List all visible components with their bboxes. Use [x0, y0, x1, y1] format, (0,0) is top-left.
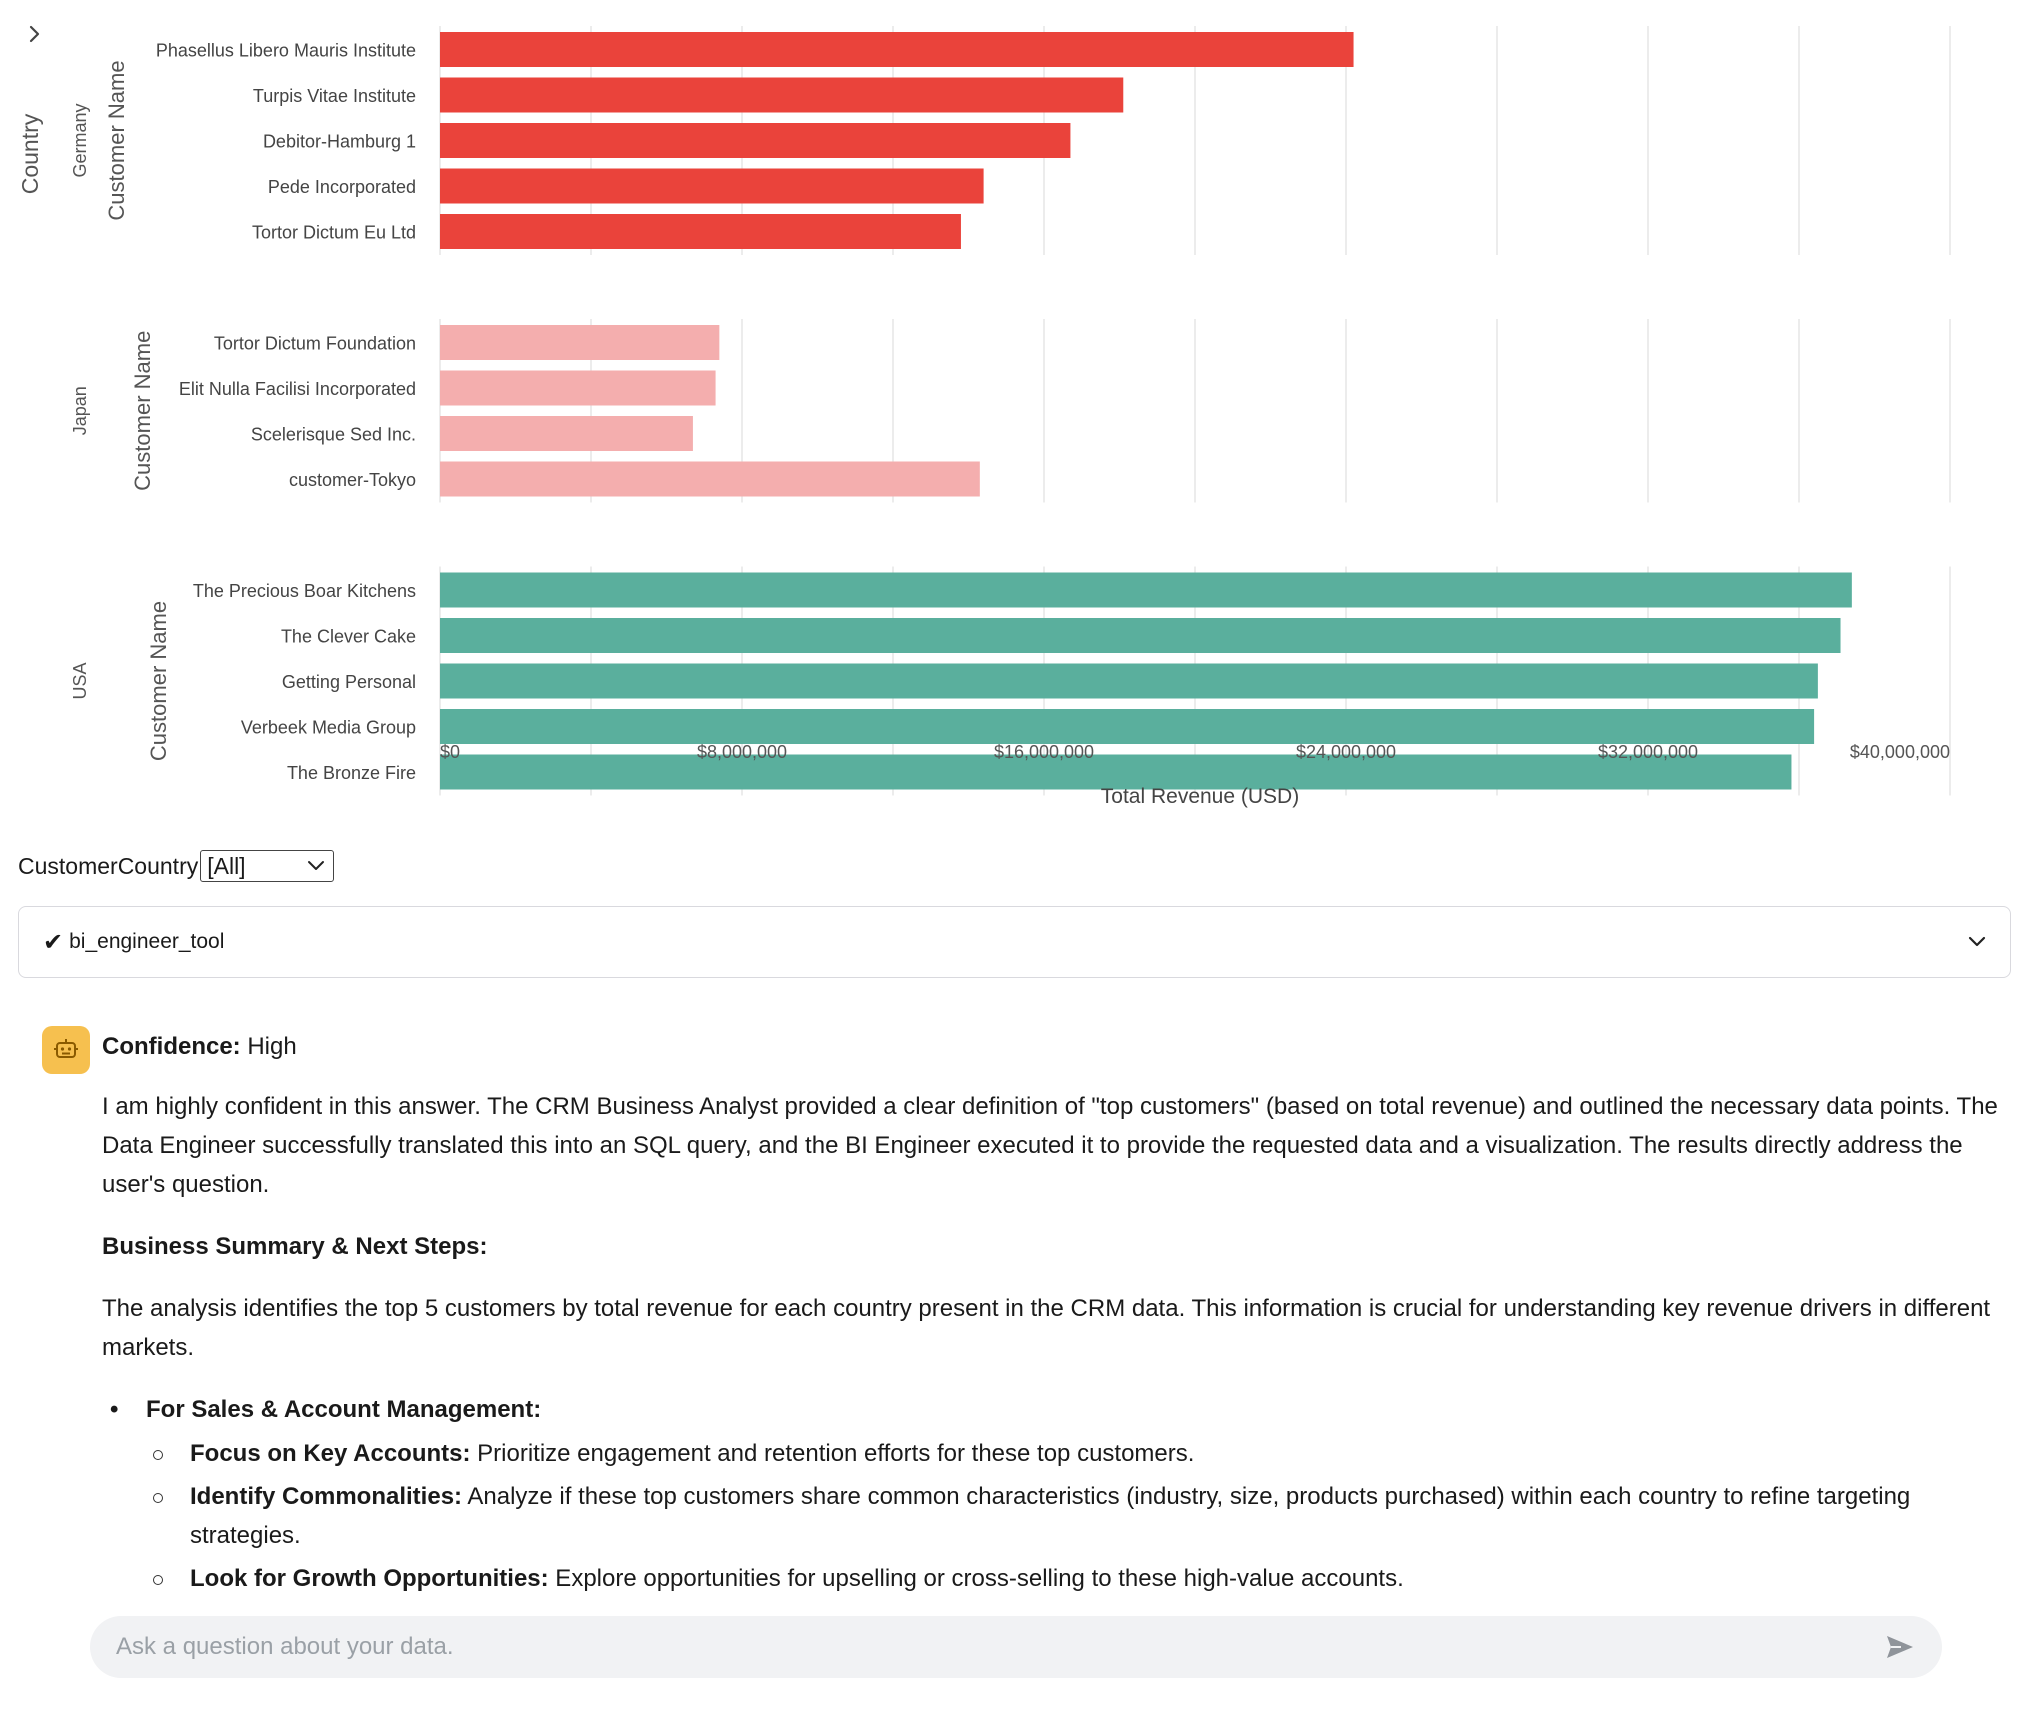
check-icon: ✔: [43, 928, 64, 956]
filter-selected-value: [All]: [207, 852, 246, 879]
customer-country-select[interactable]: [All]: [200, 850, 335, 882]
bar-germany: [440, 168, 984, 204]
customer-tick-label: The Clever Cake: [281, 627, 416, 647]
revenue-bar-chart: Germany Customer Name Phasellus Libero Mau…: [17, 26, 1951, 808]
chevron-right-icon: [29, 25, 40, 43]
customer-country-filter: CustomerCountry [All]: [18, 850, 335, 882]
bar-japan: [440, 325, 720, 360]
bar-germany: [440, 32, 1354, 67]
x-tick-label: $40,000,000: [1850, 742, 1950, 762]
x-axis-title: Total Revenue (USD): [1101, 785, 1299, 808]
bar-germany: [440, 214, 961, 249]
bullet-title: Look for Growth Opportunities:: [190, 1565, 549, 1592]
bullet-text: Explore opportunities for upselling or c…: [548, 1565, 1404, 1592]
country-label: Germany: [70, 103, 90, 177]
chat-input-bar: [90, 1616, 1942, 1678]
customer-tick-label: Scelerisque Sed Inc.: [251, 425, 416, 445]
x-tick-label: $24,000,000: [1296, 742, 1396, 762]
customer-tick-label: Debitor-Hamburg 1: [263, 132, 416, 152]
country-axis-label: Country: [17, 113, 43, 194]
bar-japan: [440, 416, 693, 451]
list-item: Look for Growth Opportunities: Explore o…: [102, 1559, 2008, 1598]
customer-name-axis-label: Customer Name: [130, 331, 155, 491]
customer-tick-label: Elit Nulla Facilisi Incorporated: [179, 379, 416, 399]
customer-tick-label: The Bronze Fire: [287, 763, 416, 783]
confidence-explanation: I am highly confident in this answer. Th…: [102, 1093, 1998, 1198]
x-tick-label: $16,000,000: [994, 742, 1094, 762]
x-tick-label: $8,000,000: [697, 742, 787, 762]
tool-name: bi_engineer_tool: [69, 930, 225, 953]
tool-call-accordion[interactable]: ✔ bi_engineer_tool: [18, 906, 2011, 978]
customer-name-axis-label: Customer Name: [104, 60, 129, 220]
bar-usa: [440, 663, 1818, 699]
bar-japan: [440, 370, 716, 406]
assistant-message: Confidence: High I am highly confident i…: [102, 1030, 2008, 1598]
filter-label: CustomerCountry: [18, 852, 199, 879]
bar-japan: [440, 461, 980, 497]
bullet-title: Identify Commonalities:: [190, 1483, 463, 1510]
bullet-text: Prioritize engagement and retention effo…: [470, 1440, 1195, 1467]
list-item: Identify Commonalities: Analyze if these…: [102, 1477, 2008, 1555]
list-item: Focus on Key Accounts: Prioritize engage…: [102, 1434, 2008, 1473]
country-label: USA: [70, 662, 90, 699]
customer-tick-label: Getting Personal: [282, 672, 416, 692]
chevron-down-icon[interactable]: [1968, 936, 1986, 948]
customer-name-axis-label: Customer Name: [146, 601, 171, 761]
customer-tick-label: Turpis Vitae Institute: [253, 86, 416, 106]
send-button[interactable]: [1882, 1629, 1918, 1665]
chat-input[interactable]: [116, 1633, 1882, 1661]
x-tick-label: $0: [440, 742, 460, 762]
summary-paragraph: The analysis identifies the top 5 custom…: [102, 1295, 1991, 1361]
robot-icon: [54, 1039, 78, 1058]
country-label: Japan: [70, 386, 90, 435]
confidence-line: Confidence: High: [102, 1030, 2008, 1064]
customer-tick-label: Phasellus Libero Mauris Institute: [156, 41, 416, 61]
x-tick-label: $32,000,000: [1598, 742, 1698, 762]
bar-usa: [440, 709, 1815, 744]
confidence-label: Confidence:: [102, 1033, 241, 1060]
customer-tick-label: The Precious Boar Kitchens: [193, 581, 416, 601]
confidence-value: High: [240, 1033, 297, 1060]
bar-usa: [440, 572, 1852, 608]
customer-tick-label: Pede Incorporated: [268, 177, 416, 197]
customer-tick-label: customer-Tokyo: [289, 470, 416, 490]
bar-germany: [440, 123, 1071, 158]
summary-heading: Business Summary & Next Steps:: [102, 1233, 488, 1260]
customer-tick-label: Tortor Dictum Eu Ltd: [252, 223, 416, 243]
customer-tick-label: Tortor Dictum Foundation: [214, 334, 416, 354]
expand-panel-button[interactable]: [18, 18, 50, 50]
assistant-avatar: [42, 1026, 90, 1074]
customer-tick-label: Verbeek Media Group: [241, 718, 416, 738]
bullet-title: Focus on Key Accounts:: [190, 1440, 471, 1467]
bar-usa: [440, 618, 1841, 653]
section-heading-bullet: For Sales & Account Management:: [102, 1390, 2008, 1430]
chevron-down-icon: [308, 861, 325, 870]
bar-germany: [440, 77, 1124, 113]
send-icon: [1887, 1636, 1913, 1658]
